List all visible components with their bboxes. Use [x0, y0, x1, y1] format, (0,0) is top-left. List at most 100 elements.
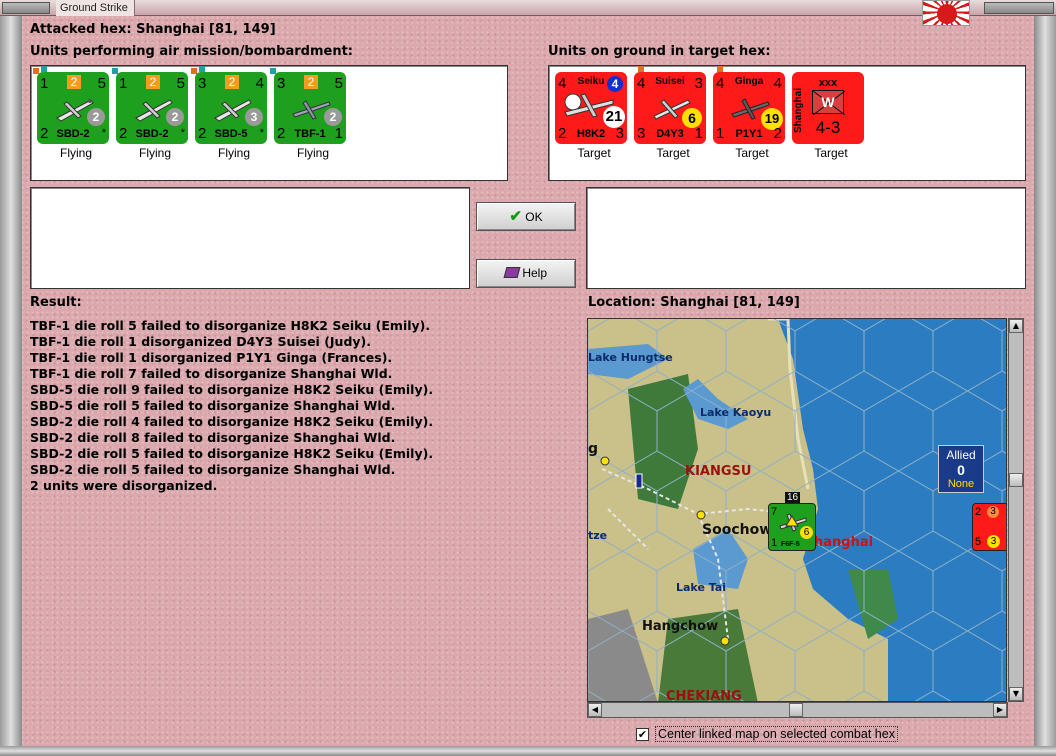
location-label: Location: Shanghai [81, 149]	[588, 295, 800, 310]
unit-status: Target	[735, 146, 769, 160]
counter-value: 3	[198, 75, 207, 92]
ground-unit[interactable]: 4 Seiku 4 21 2 H8K2 3 Target	[551, 68, 637, 160]
unit-symbol-box: W	[812, 90, 845, 115]
unit-status: Flying	[296, 146, 329, 160]
scroll-up-arrow-icon[interactable]: ▲	[1009, 319, 1023, 333]
counter-value: 5	[975, 536, 982, 548]
help-button-label: Help	[522, 266, 548, 280]
air-unit[interactable]: 3 2 4 3 2 SBD-5 * Flying	[191, 66, 277, 160]
result-line: TBF-1 die roll 1 disorganized D4Y3 Suise…	[30, 334, 372, 349]
result-line: SBD-2 die roll 5 failed to disorganize H…	[30, 446, 434, 461]
unit-counter: xxx Shanghai W 4-3	[792, 72, 864, 144]
unit-status: Target	[577, 146, 611, 160]
counter-disc: 3	[987, 535, 1000, 548]
checkmark-icon: ✔	[509, 208, 522, 225]
window-title: Ground Strike	[56, 0, 135, 16]
counter-value: 2	[975, 506, 982, 518]
counter-value: 1	[771, 537, 778, 549]
map-label: KIANGSU	[685, 464, 752, 479]
counter-value: 7	[771, 506, 778, 518]
result-line: TBF-1 die roll 1 disorganized P1Y1 Ginga…	[30, 350, 393, 365]
map-label: hanghai	[814, 535, 874, 550]
title-bar: Ground Strike	[0, 0, 1056, 16]
result-line: SBD-5 die roll 5 failed to disorganize S…	[30, 398, 396, 413]
center-map-label[interactable]: Center linked map on selected combat hex	[655, 726, 898, 742]
center-map-option[interactable]: ✔ Center linked map on selected combat h…	[636, 725, 898, 743]
result-line: TBF-1 die roll 5 failed to disorganize H…	[30, 318, 431, 333]
map-enemy-unit[interactable]: 2 3 5 3	[972, 503, 1006, 551]
unit-counter: 1 2 5 2 2 SBD-2 *	[37, 72, 109, 144]
counter-value: 3	[694, 75, 703, 92]
scroll-down-arrow-icon[interactable]: ▼	[1009, 687, 1023, 701]
counter-disc: 2	[324, 108, 342, 126]
center-map-checkbox[interactable]: ✔	[636, 727, 649, 741]
title-grip-left	[2, 2, 50, 14]
counter-disc: 2	[166, 108, 184, 126]
map-vertical-scrollbar[interactable]: ▲ ▼	[1008, 318, 1024, 702]
unit-type: F6F-5	[781, 541, 800, 548]
ground-unit[interactable]: 4 Suisei 3 6 3 D4Y3 1 Target	[630, 66, 716, 160]
counter-disc: 6	[800, 526, 813, 539]
counter-disc: 3	[245, 108, 263, 126]
counter-value: 5	[176, 75, 185, 92]
ok-button[interactable]: ✔ OK	[476, 202, 576, 231]
ground-unit[interactable]: 4 Ginga 4 19 1 P1Y1 2 Target	[709, 66, 795, 160]
unit-type: SBD-2	[56, 128, 90, 140]
counter-value: 1	[694, 125, 703, 142]
counter-value: *	[180, 127, 185, 139]
japan-flag-icon	[922, 0, 970, 26]
location-map[interactable]: Lake Hungtse Lake Kaoyu KIANGSU Soochow …	[587, 318, 1007, 702]
city-marker	[696, 510, 706, 520]
unit-counter: 4 Seiku 4 21 2 H8K2 3	[555, 72, 627, 144]
counter-value: 5	[97, 75, 106, 92]
attacked-hex-label: Attacked hex: Shanghai [81, 149]	[30, 22, 276, 37]
unit-counter: 4 Suisei 3 6 3 D4Y3 1	[634, 72, 706, 144]
vertical-scroll-thumb[interactable]	[1009, 473, 1023, 487]
allied-status: None	[947, 478, 975, 490]
unit-strength: 4-3	[815, 118, 841, 137]
counter-value: 2	[304, 75, 318, 89]
counter-disc: 3	[987, 506, 999, 518]
result-line: SBD-5 die roll 9 failed to disorganize H…	[30, 382, 434, 397]
unit-symbol: W	[821, 94, 835, 110]
counter-disc: 2	[87, 108, 105, 126]
allied-count: 0	[957, 462, 965, 478]
help-button[interactable]: Help	[476, 259, 576, 288]
air-message-box	[30, 187, 470, 289]
map-label: Lake Tai	[676, 581, 727, 594]
map-horizontal-scrollbar[interactable]: ◀ ▶	[587, 702, 1008, 718]
frame-left	[0, 16, 22, 756]
counter-value: 1	[40, 75, 49, 92]
air-unit[interactable]: 3 2 5 2 2 TBF-1 1 Flying	[270, 68, 356, 160]
scroll-left-arrow-icon[interactable]: ◀	[588, 703, 602, 717]
allied-info-box[interactable]: Allied 0 None	[938, 445, 984, 493]
city-marker	[600, 456, 610, 466]
unit-type: SBD-2	[135, 128, 169, 140]
map-label: Lake Hungtse	[588, 351, 673, 364]
unit-status: Flying	[138, 146, 171, 160]
air-units-header: Units performing air mission/bombardment…	[30, 44, 354, 59]
allied-title: Allied	[946, 448, 976, 462]
result-line: TBF-1 die roll 7 failed to disorganize S…	[30, 366, 393, 381]
unit-counter: 4 Ginga 4 19 1 P1Y1 2	[713, 72, 785, 144]
map-label: Hangchow	[642, 619, 719, 634]
counter-value: 3	[615, 125, 624, 142]
map-label: CHEKIANG	[666, 689, 742, 702]
air-unit[interactable]: 1 2 5 2 2 SBD-2 * Flying	[112, 68, 198, 160]
ground-units-header: Units on ground in target hex:	[548, 44, 771, 59]
counter-value: 2	[67, 75, 81, 89]
unit-counter: 3 2 4 3 2 SBD-5 *	[195, 72, 267, 144]
scroll-right-arrow-icon[interactable]: ▶	[993, 703, 1007, 717]
ground-unit[interactable]: xxx Shanghai W 4-3 Target	[788, 68, 874, 160]
counter-value: 4	[255, 75, 264, 92]
unit-status: Target	[814, 146, 848, 160]
result-line: 2 units were disorganized.	[30, 478, 218, 493]
city-marker	[720, 636, 730, 646]
counter-value: 3	[277, 75, 286, 92]
horizontal-scroll-thumb[interactable]	[789, 703, 803, 717]
map-fighter-unit[interactable]: 16 7 6 1 F6F-5	[768, 492, 816, 551]
air-unit[interactable]: 1 2 5 2 2 SBD-2 * Flying	[33, 66, 119, 160]
result-label: Result:	[30, 295, 82, 310]
result-line: SBD-2 die roll 4 failed to disorganize H…	[30, 414, 434, 429]
counter-value: 2	[225, 75, 239, 89]
